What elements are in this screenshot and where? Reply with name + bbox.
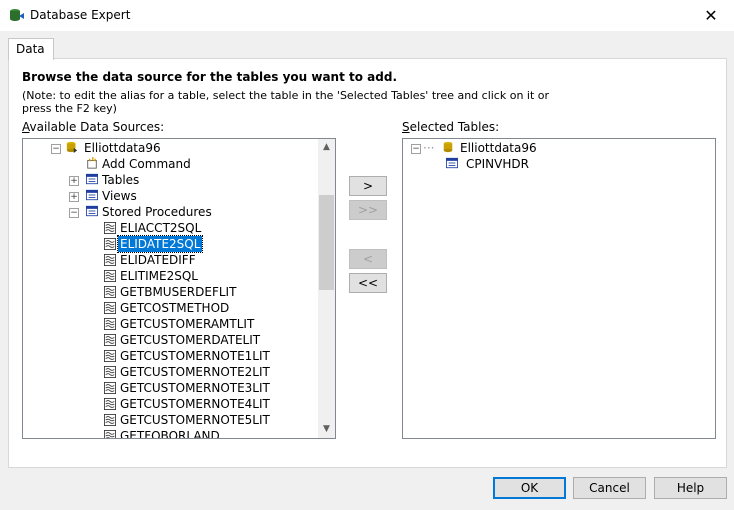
- scroll-up-arrow-icon[interactable]: ▲: [318, 139, 335, 156]
- tree-node-label: CPINVHDR: [466, 157, 529, 171]
- available-data-sources-label: Available Data Sources:: [22, 120, 165, 134]
- available-tree-scrollbar[interactable]: ▲ ▼: [318, 139, 335, 438]
- tree-node-label: GETFOBORLAND: [120, 429, 220, 439]
- database-icon: [66, 141, 78, 153]
- tree-node-label: ELIACCT2SQL: [120, 221, 202, 235]
- title-bar: Database Expert ✕: [0, 0, 734, 31]
- tab-data-label: Data: [16, 42, 45, 56]
- tree-node-label: GETCUSTOMERAMTLIT: [120, 317, 255, 331]
- tree-node-stored-procedure[interactable]: GETBMUSERDEFLIT: [103, 284, 313, 300]
- tree-node-label: GETCUSTOMERDATELIT: [120, 333, 261, 347]
- instructions-note-line-1: (Note: to edit the alias for a table, se…: [22, 89, 550, 102]
- tree-node-label: GETCUSTOMERNOTE3LIT: [120, 381, 270, 395]
- cancel-button[interactable]: Cancel: [573, 477, 646, 499]
- window-title: Database Expert: [30, 8, 131, 22]
- stored-procedure-icon: [103, 302, 117, 314]
- database-expert-app-icon: [10, 9, 24, 21]
- stored-procedure-icon: [103, 414, 117, 426]
- instructions-heading: Browse the data source for the tables yo…: [22, 70, 397, 84]
- tree-node-stored-procedure[interactable]: GETCUSTOMERNOTE5LIT: [103, 412, 313, 428]
- stored-procedure-icon: [103, 238, 117, 250]
- ok-button[interactable]: OK: [493, 477, 566, 499]
- tree-node-label: GETCUSTOMERNOTE4LIT: [120, 397, 270, 411]
- tree-node-stored-procedure[interactable]: GETCUSTOMERNOTE2LIT: [103, 364, 313, 380]
- tree-node-label: Elliottdata96: [460, 141, 537, 155]
- tree-node-label: ELITIME2SQL: [120, 269, 198, 283]
- views-folder-icon: [86, 189, 98, 201]
- tree-node-stored-procedure[interactable]: ELIACCT2SQL: [103, 220, 313, 236]
- tree-node-label: Elliottdata96: [84, 141, 161, 155]
- tree-node-label: GETCUSTOMERNOTE1LIT: [120, 349, 270, 363]
- stored-procedure-icon: [103, 334, 117, 346]
- collapse-toggle-icon[interactable]: −: [69, 208, 79, 218]
- tree-connector: ···: [423, 141, 435, 155]
- scrollbar-thumb[interactable]: [319, 195, 334, 290]
- tree-node-label: Stored Procedures: [102, 205, 212, 219]
- add-command-icon: [87, 157, 97, 169]
- tree-node-label: Views: [102, 189, 137, 203]
- tree-node-stored-procedure[interactable]: GETCUSTOMERNOTE1LIT: [103, 348, 313, 364]
- stored-procedure-icon: [103, 222, 117, 234]
- close-button[interactable]: ✕: [688, 0, 734, 31]
- available-data-sources-tree[interactable]: − Elliottdata96 Add Command + Tables + V…: [22, 138, 336, 439]
- instructions-note-line-2: press the F2 key): [22, 102, 117, 115]
- tree-node-stored-procedure[interactable]: GETCUSTOMERAMTLIT: [103, 316, 313, 332]
- selected-label-rest: elected Tables:: [409, 120, 500, 134]
- tree-node-stored-procedure[interactable]: GETCOSTMETHOD: [103, 300, 313, 316]
- stored-procedure-icon: [103, 270, 117, 282]
- tree-node-stored-procedure[interactable]: GETCUSTOMERNOTE3LIT: [103, 380, 313, 396]
- tree-node-label: Add Command: [102, 157, 191, 171]
- tree-node-stored-procedure[interactable]: ELIDATEDIFF: [103, 252, 313, 268]
- tree-node-cpinvhdr[interactable]: CPINVHDR: [445, 156, 685, 172]
- tree-node-stored-procedure[interactable]: GETCUSTOMERDATELIT: [103, 332, 313, 348]
- add-table-button[interactable]: >: [349, 176, 387, 196]
- collapse-toggle-icon[interactable]: −: [51, 144, 61, 154]
- tree-node-label: GETCUSTOMERNOTE2LIT: [120, 365, 270, 379]
- scroll-down-arrow-icon[interactable]: ▼: [318, 421, 335, 438]
- tree-node-stored-procedures[interactable]: − Stored Procedures: [69, 204, 299, 220]
- remove-table-button[interactable]: <: [349, 249, 387, 269]
- tree-node-stored-procedure[interactable]: ELITIME2SQL: [103, 268, 313, 284]
- stored-procedure-icon: [103, 398, 117, 410]
- tree-node-stored-procedure[interactable]: ELIDATE2SQL: [103, 235, 313, 253]
- stored-procedure-icon: [103, 382, 117, 394]
- remove-all-tables-button[interactable]: <<: [349, 273, 387, 293]
- tree-node-elliottdata96[interactable]: − ··· Elliottdata96: [411, 140, 691, 156]
- help-button[interactable]: Help: [654, 477, 727, 499]
- tree-node-elliottdata96[interactable]: − Elliottdata96: [51, 140, 311, 156]
- expand-toggle-icon[interactable]: +: [69, 176, 79, 186]
- stored-procedure-icon: [103, 318, 117, 330]
- collapse-toggle-icon[interactable]: −: [411, 144, 421, 154]
- database-icon: [443, 141, 453, 153]
- available-label-rest: vailable Data Sources:: [29, 120, 165, 134]
- selected-tables-tree[interactable]: − ··· Elliottdata96 CPINVHDR: [402, 138, 716, 439]
- tree-node-views[interactable]: + Views: [69, 188, 299, 204]
- stored-procedure-icon: [103, 350, 117, 362]
- tree-node-stored-procedure[interactable]: GETCUSTOMERNOTE4LIT: [103, 396, 313, 412]
- tree-node-label: Tables: [102, 173, 140, 187]
- table-icon: [446, 157, 458, 169]
- stored-procedure-icon: [103, 254, 117, 266]
- tree-node-tables[interactable]: + Tables: [69, 172, 299, 188]
- tree-node-label: GETCUSTOMERNOTE5LIT: [120, 413, 270, 427]
- stored-procedure-icon: [103, 430, 117, 438]
- stored-procedure-icon: [103, 286, 117, 298]
- tree-node-label: GETBMUSERDEFLIT: [120, 285, 237, 299]
- expand-toggle-icon[interactable]: +: [69, 192, 79, 202]
- selected-tables-label: Selected Tables:: [402, 120, 500, 134]
- tree-node-add-command[interactable]: Add Command: [85, 156, 305, 172]
- tree-node-label: GETCOSTMETHOD: [120, 301, 230, 315]
- add-all-tables-button[interactable]: >>: [349, 200, 387, 220]
- tab-data[interactable]: Data: [8, 38, 54, 60]
- tree-node-label: ELIDATE2SQL: [116, 235, 204, 253]
- procedures-folder-icon: [86, 205, 98, 217]
- tree-node-label: ELIDATEDIFF: [120, 253, 196, 267]
- stored-procedure-icon: [103, 366, 117, 378]
- tree-node-stored-procedure[interactable]: GETFOBORLAND: [103, 428, 313, 439]
- tables-folder-icon: [86, 173, 98, 185]
